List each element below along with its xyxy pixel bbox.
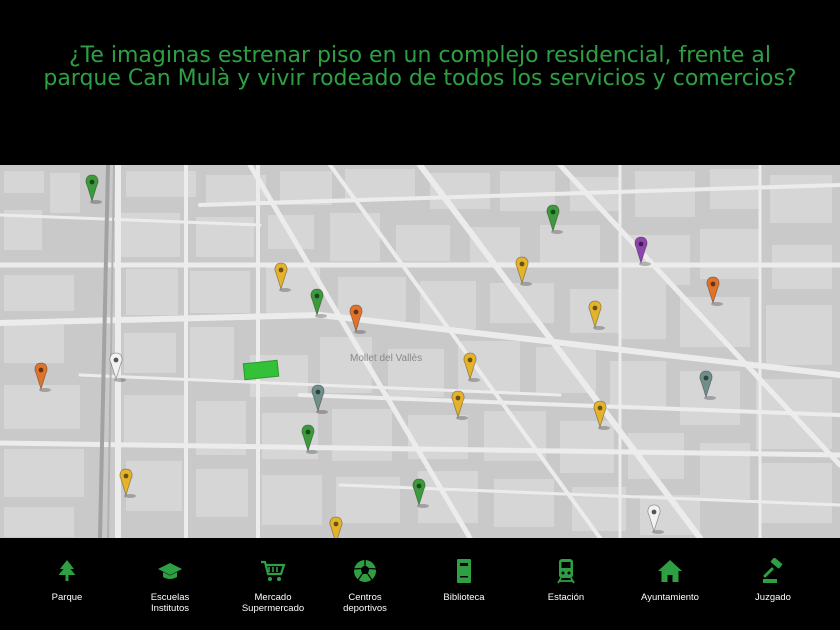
cart-icon	[467, 357, 473, 363]
ball-icon	[315, 389, 321, 395]
legend-item-mercado[interactable]: Mercado Supermercado	[225, 558, 321, 614]
page: ¿Te imaginas estrenar piso en un complej…	[0, 0, 840, 630]
house-icon	[38, 367, 44, 373]
train-icon	[651, 509, 657, 515]
soccer-ball-icon	[353, 560, 377, 582]
tree-icon	[58, 560, 76, 581]
legend: Parque Escuelas Institutos Mercado Super…	[0, 538, 840, 630]
legend-item-estacion[interactable]: Estación	[518, 558, 614, 603]
cart-icon	[455, 395, 461, 401]
map[interactable]: Mollet del Vallès	[0, 165, 840, 538]
book-icon	[457, 559, 471, 583]
legend-label-centros-deportivos: Centros deportivos	[343, 592, 387, 614]
house-icon	[710, 281, 716, 287]
cart-icon	[597, 405, 603, 411]
cart-icon	[333, 521, 339, 527]
house-icon	[658, 560, 682, 582]
legend-label-estacion: Estación	[547, 592, 585, 603]
legend-item-ayuntamiento[interactable]: Ayuntamiento	[622, 558, 718, 603]
shopping-cart-icon	[261, 560, 286, 581]
cart-icon	[278, 267, 284, 273]
header: ¿Te imaginas estrenar piso en un complej…	[0, 0, 840, 165]
legend-label-parque: Parque	[51, 592, 83, 603]
tree-icon	[314, 293, 320, 299]
legend-label-ayuntamiento: Ayuntamiento	[641, 592, 699, 603]
highlighted-plot[interactable]	[242, 359, 280, 381]
gavel-icon	[763, 558, 783, 583]
legend-item-juzgado[interactable]: Juzgado	[725, 558, 821, 603]
legend-label-mercado: Mercado Supermercado	[241, 592, 305, 614]
tree-icon	[305, 429, 311, 435]
legend-item-escuelas[interactable]: Escuelas Institutos	[122, 558, 218, 614]
place-label: Mollet del Vallès	[350, 353, 422, 364]
legend-item-parque[interactable]: Parque	[19, 558, 115, 603]
train-icon	[557, 559, 575, 584]
legend-label-juzgado: Juzgado	[755, 592, 791, 603]
tree-icon	[416, 483, 422, 489]
ball-icon	[703, 375, 709, 381]
house-icon	[353, 309, 359, 315]
legend-label-escuelas: Escuelas Institutos	[150, 592, 190, 614]
cart-icon	[123, 473, 129, 479]
legend-item-centros-deportivos[interactable]: Centros deportivos	[317, 558, 413, 614]
legend-item-biblioteca[interactable]: Biblioteca	[416, 558, 512, 603]
graduation-cap-icon	[158, 563, 182, 579]
cart-icon	[592, 305, 598, 311]
tree-icon	[550, 209, 556, 215]
legend-label-biblioteca: Biblioteca	[443, 592, 485, 603]
train-icon	[113, 357, 119, 363]
map-canvas[interactable]: Mollet del Vallès	[0, 165, 840, 538]
headline: ¿Te imaginas estrenar piso en un complej…	[43, 43, 797, 91]
cart-icon	[519, 261, 525, 267]
gavel-icon	[638, 241, 644, 247]
tree-icon	[89, 179, 95, 185]
